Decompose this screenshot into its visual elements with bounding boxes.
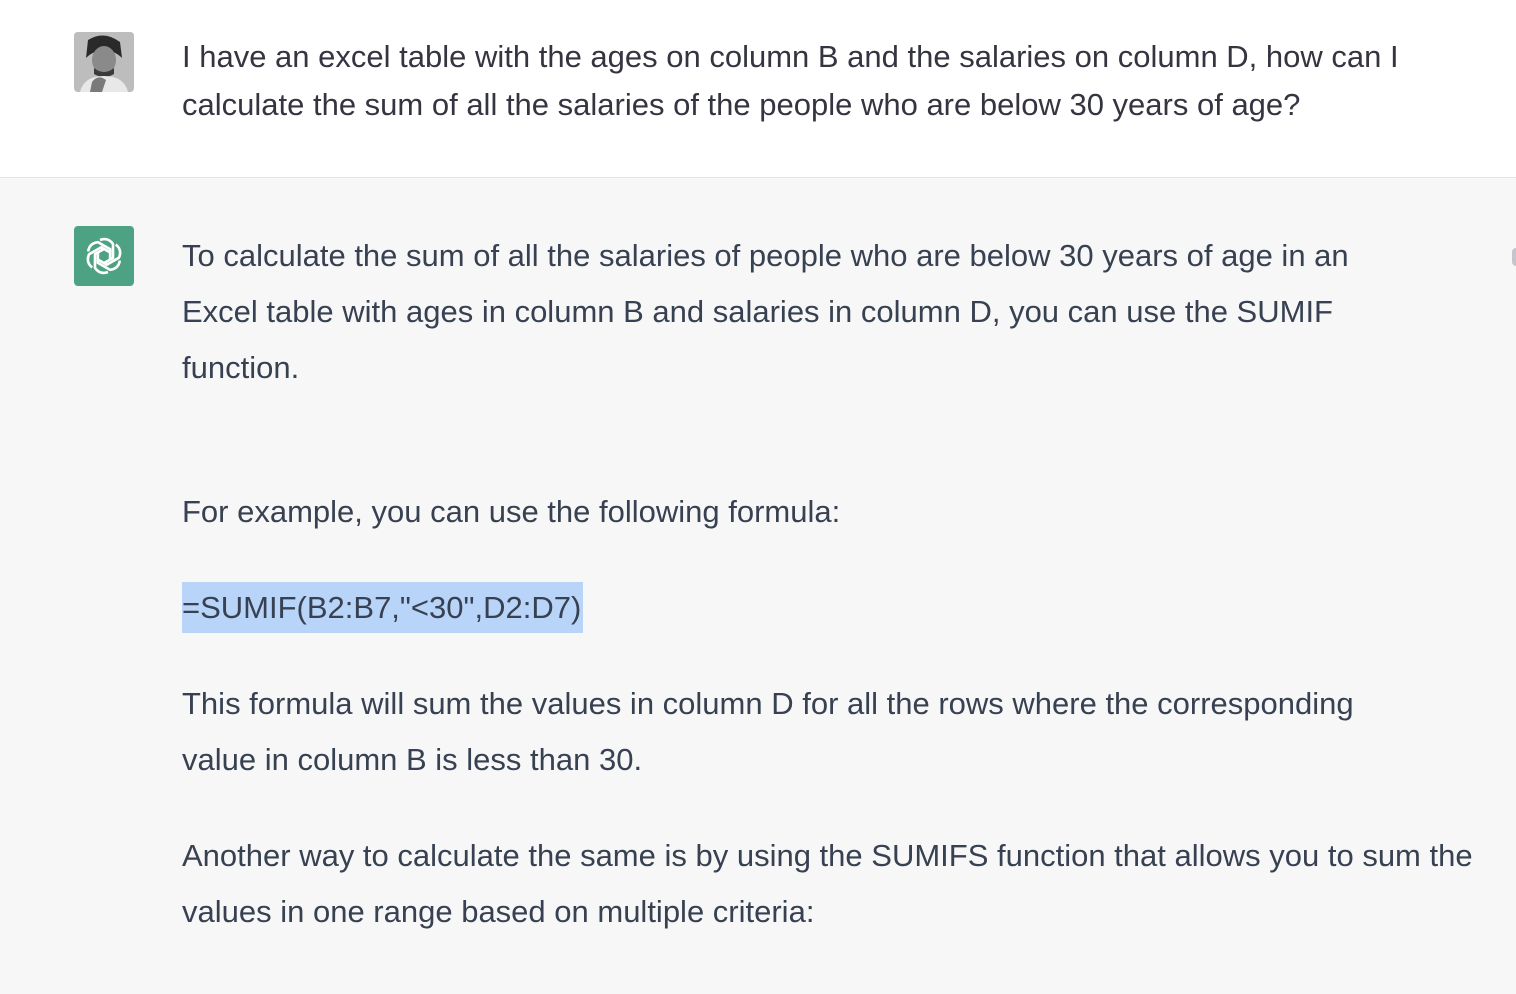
copy-button-edge[interactable] [1512,248,1516,266]
user-message-text: I have an excel table with the ages on c… [182,39,1399,122]
formula-sumifs: =SUMIFS(D2:D7,B2:B7,"<30") [182,980,602,994]
assistant-paragraph: This formula will sum the values in colu… [182,686,1354,777]
assistant-message-row: To calculate the sum of all the salaries… [0,178,1516,994]
chat-page: I have an excel table with the ages on c… [0,0,1516,994]
assistant-avatar [74,226,134,286]
user-avatar [74,32,134,92]
user-message-row: I have an excel table with the ages on c… [0,0,1516,178]
assistant-paragraph: Another way to calculate the same is by … [182,838,1473,929]
openai-logo-icon [86,237,122,275]
user-photo-icon [74,32,134,92]
selected-text-highlight: =SUMIF(B2:B7,"<30",D2:D7) [182,582,584,633]
assistant-paragraph: To calculate the sum of all the salaries… [182,238,1349,385]
formula-sumif: =SUMIF(B2:B7,"<30",D2:D7) [182,580,584,636]
assistant-paragraph: For example, you can use the following f… [182,494,841,529]
